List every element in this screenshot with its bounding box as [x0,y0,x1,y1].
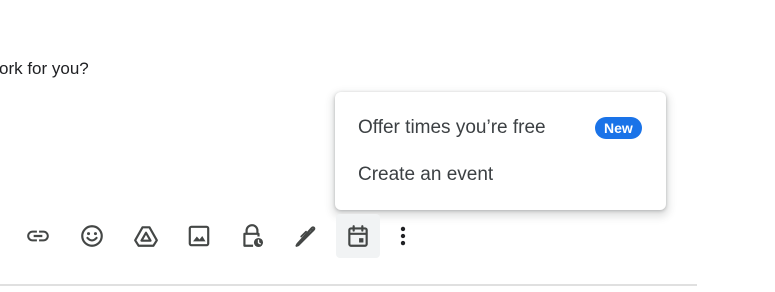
emoji-icon [81,225,103,247]
image-icon [188,225,210,247]
confidential-mode-button[interactable] [230,214,274,258]
menu-item-create-event[interactable]: Create an event [335,152,666,198]
insert-drive-file-button[interactable] [124,214,168,258]
link-icon [27,230,49,242]
insert-link-button[interactable] [16,214,60,258]
calendar-event-button[interactable] [336,214,380,258]
calendar-options-menu: Offer times you’re free New Create an ev… [335,92,666,210]
calendar-icon [348,225,368,247]
menu-item-label: Create an event [358,164,494,185]
confidential-mode-icon [243,224,264,248]
compose-window: ork for you? Offer times you’re free New… [0,0,775,292]
insert-photo-button[interactable] [177,214,221,258]
more-options-button[interactable] [381,214,425,258]
compose-toolbar [0,211,700,261]
compose-footer-divider [0,284,697,286]
menu-item-offer-times[interactable]: Offer times you’re free New [335,105,666,151]
insert-emoji-button[interactable] [70,214,114,258]
drive-icon [134,226,158,247]
signature-icon [295,226,316,247]
new-badge: New [595,117,642,139]
message-body-text[interactable]: ork for you? [0,59,89,79]
menu-item-label: Offer times you’re free [358,117,546,138]
insert-signature-button[interactable] [283,214,327,258]
more-options-icon [400,226,406,246]
